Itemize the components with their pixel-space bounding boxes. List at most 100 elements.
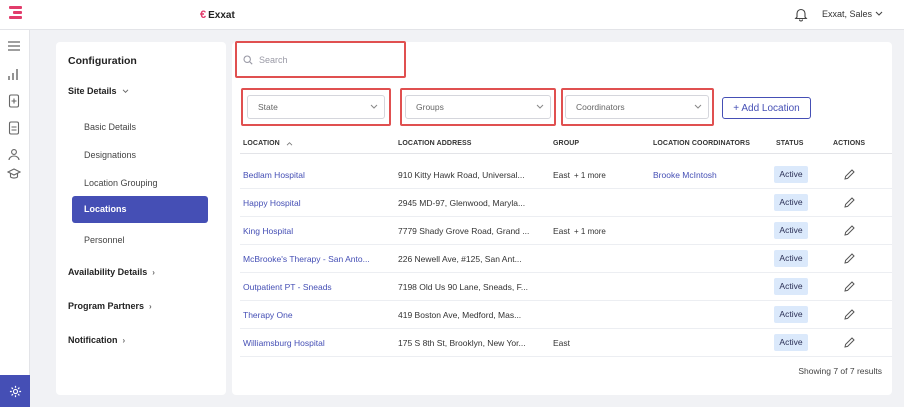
brand-logo: € Exxat [200, 9, 235, 21]
chevron-right-icon: › [149, 301, 152, 311]
state-filter-dropdown[interactable]: State [247, 95, 385, 119]
chevron-down-icon [370, 104, 378, 109]
location-link[interactable]: Therapy One [243, 310, 391, 320]
program-partners-section[interactable]: Program Partners › [68, 301, 152, 311]
add-document-icon[interactable] [7, 94, 21, 108]
nav-designations[interactable]: Designations [84, 150, 136, 160]
groups-filter-dropdown[interactable]: Groups [405, 95, 551, 119]
document-icon[interactable] [7, 121, 21, 135]
chevron-down-icon [694, 104, 702, 109]
nav-locations[interactable]: Locations [72, 196, 208, 223]
location-link[interactable]: Outpatient PT - Sneads [243, 282, 391, 292]
group-cell [553, 282, 648, 292]
table-row: McBrooke's Therapy - San Anto... 226 New… [240, 245, 892, 273]
chevron-down-icon [875, 11, 883, 16]
location-address: 910 Kitty Hawk Road, Universal... [398, 170, 525, 180]
bell-icon[interactable] [794, 7, 808, 22]
group-cell [553, 310, 648, 320]
status-badge: Active [774, 278, 808, 295]
notification-section[interactable]: Notification › [68, 335, 125, 345]
edit-pencil-icon[interactable] [843, 280, 856, 293]
location-address: 2945 MD-97, Glenwood, Maryla... [398, 198, 526, 208]
location-address: 419 Boston Ave, Medford, Mas... [398, 310, 522, 320]
more-groups-link[interactable]: + 1 more [574, 171, 606, 180]
address-column-header: LOCATION ADDRESS [398, 140, 472, 147]
chevron-down-icon [122, 89, 128, 93]
location-header-label: LOCATION [243, 140, 280, 147]
coordinator-link[interactable]: Brooke McIntosh [653, 170, 765, 180]
status-badge: Active [774, 166, 808, 183]
more-groups-link[interactable]: + 1 more [574, 227, 606, 236]
availability-details-section[interactable]: Availability Details › [68, 267, 155, 277]
group-name: East [553, 170, 571, 180]
location-link[interactable]: Bedlam Hospital [243, 170, 391, 180]
configuration-title: Configuration [68, 55, 137, 67]
gear-icon [9, 385, 21, 397]
location-link[interactable]: King Hospital [243, 226, 391, 236]
edit-pencil-icon[interactable] [843, 196, 856, 209]
edit-pencil-icon[interactable] [843, 168, 856, 181]
table-row: Happy Hospital 2945 MD-97, Glenwood, Mar… [240, 189, 892, 217]
coordinators-filter-label: Coordinators [576, 102, 625, 112]
table-row: Therapy One 419 Boston Ave, Medford, Mas… [240, 301, 892, 329]
status-column-header: STATUS [776, 140, 804, 147]
table-row: Bedlam Hospital 910 Kitty Hawk Road, Uni… [240, 161, 892, 189]
status-badge: Active [774, 194, 808, 211]
search-input[interactable]: Search [239, 47, 399, 73]
group-name: East [553, 226, 571, 236]
status-badge: Active [774, 334, 808, 351]
status-badge: Active [774, 250, 808, 267]
edit-pencil-icon[interactable] [843, 224, 856, 237]
site-details-label: Site Details [68, 86, 117, 96]
location-link[interactable]: McBrooke's Therapy - San Anto... [243, 254, 391, 264]
configuration-panel: Configuration Site Details Basic Details… [56, 42, 226, 395]
location-address: 7779 Shady Grove Road, Grand ... [398, 226, 530, 236]
edit-pencil-icon[interactable] [843, 252, 856, 265]
user-menu[interactable]: Exxat, Sales [822, 9, 883, 19]
group-cell: East + 1 more [553, 226, 648, 236]
add-location-button[interactable]: + Add Location [722, 97, 811, 119]
status-badge: Active [774, 306, 808, 323]
table-row: King Hospital 7779 Shady Grove Road, Gra… [240, 217, 892, 245]
location-link[interactable]: Williamsburg Hospital [243, 338, 391, 348]
group-cell: East [553, 338, 648, 348]
location-address: 7198 Old Us 90 Lane, Sneads, F... [398, 282, 528, 292]
results-count: Showing 7 of 7 results [798, 366, 882, 376]
group-cell: East + 1 more [553, 170, 648, 180]
nav-personnel[interactable]: Personnel [84, 235, 125, 245]
location-address: 175 S 8th St, Brooklyn, New Yor... [398, 338, 526, 348]
users-icon[interactable] [7, 148, 21, 162]
status-badge: Active [774, 222, 808, 239]
chevron-right-icon: › [152, 267, 155, 277]
availability-details-label: Availability Details [68, 267, 148, 277]
nav-location-grouping[interactable]: Location Grouping [84, 178, 158, 188]
bar-chart-icon[interactable] [7, 67, 21, 81]
app-menu-logo-icon[interactable] [9, 6, 23, 23]
search-icon [243, 55, 253, 65]
table-row: Williamsburg Hospital 175 S 8th St, Broo… [240, 329, 892, 357]
notification-label: Notification [68, 335, 118, 345]
location-address: 226 Newell Ave, #125, San Ant... [398, 254, 522, 264]
left-nav-rail [0, 30, 30, 407]
brand-name: Exxat [208, 9, 235, 21]
nav-basic-details[interactable]: Basic Details [84, 122, 136, 132]
table-row: Outpatient PT - Sneads 7198 Old Us 90 La… [240, 273, 892, 301]
location-column-header[interactable]: LOCATION [243, 140, 293, 147]
program-partners-label: Program Partners [68, 301, 145, 311]
edit-pencil-icon[interactable] [843, 336, 856, 349]
graduation-cap-icon[interactable] [7, 167, 21, 181]
coordinators-filter-dropdown[interactable]: Coordinators [565, 95, 709, 119]
site-details-section[interactable]: Site Details [68, 86, 129, 96]
chevron-down-icon [536, 104, 544, 109]
sort-ascending-icon [286, 142, 293, 146]
settings-nav-button[interactable] [0, 375, 30, 407]
groups-filter-label: Groups [416, 102, 444, 112]
group-cell [553, 198, 648, 208]
top-bar: € Exxat Exxat, Sales [0, 0, 904, 30]
location-link[interactable]: Happy Hospital [243, 198, 391, 208]
coordinators-column-header: LOCATION COORDINATORS [653, 140, 750, 147]
locations-panel: Search State Groups Coordinators + Add L… [232, 41, 892, 395]
hamburger-icon[interactable] [7, 39, 21, 53]
actions-column-header: ACTIONS [833, 140, 866, 147]
edit-pencil-icon[interactable] [843, 308, 856, 321]
